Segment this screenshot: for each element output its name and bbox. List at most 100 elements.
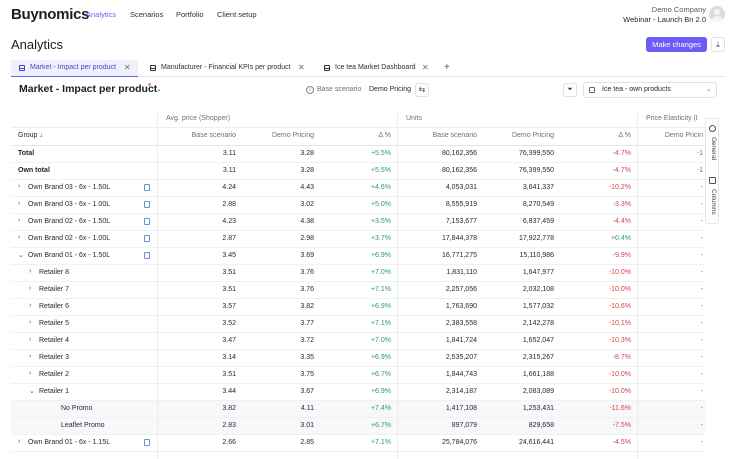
chevron-right-icon[interactable]: › [29, 268, 31, 275]
download-icon[interactable]: ⤓ [711, 37, 725, 52]
column-header-price-base[interactable]: Base scenario [161, 132, 236, 139]
base-scenario-label[interactable]: Base scenario [317, 86, 361, 93]
product-card-icon[interactable] [144, 252, 150, 259]
column-header-elasticity-demo[interactable]: Demo Pricin [641, 132, 703, 139]
row-label: Retailer 8 [39, 269, 69, 276]
table-row[interactable]: › Retailer 4 3.47 3.72 +7.0% 1,841,724 1,652,0… [11, 333, 705, 350]
table-row[interactable]: › Own Brand 02 - 6x - 1.00L 2.87 2.98 +3.7% 1… [11, 231, 705, 248]
table-cell: 3.51 [222, 269, 236, 276]
chevron-right-icon[interactable]: › [29, 285, 31, 292]
product-card-icon[interactable] [144, 218, 150, 225]
table-row[interactable]: Own total 3.11 3.28 +5.5% 80,162,356 76,399,5… [11, 163, 705, 180]
table-cell: 7,153,677 [445, 218, 477, 225]
tab-ice-tea-dashboard[interactable]: Ice tea Market Dashboard ✕ [316, 60, 440, 77]
table-cell: 3.51 [222, 371, 236, 378]
chevron-right-icon[interactable]: › [18, 217, 20, 224]
swap-scenarios-icon[interactable]: ⇆ [415, 83, 429, 97]
avatar[interactable] [709, 6, 725, 22]
unsaved-indicator [148, 83, 151, 86]
table-cell: 16,771,275 [441, 252, 477, 259]
tab-label: Manufacturer - Financial KPIs per produc… [161, 64, 291, 71]
table-row[interactable]: ⌄ Retailer 1 3.44 3.67 +6.9% 2,314,187 2,083,0… [11, 384, 705, 401]
table-row[interactable]: › Own Brand 03 - 6x - 1.00L 2.88 3.02 +5.0% 8… [11, 197, 705, 214]
chevron-down-icon[interactable]: ⌄ [29, 387, 35, 395]
column-header-units-delta[interactable]: Δ % [557, 132, 631, 139]
side-tab-columns[interactable]: Columns [706, 175, 720, 223]
table-cell: - [700, 371, 703, 378]
table-row[interactable]: › Own Brand 03 - 6x - 1.50L 4.24 4.43 +4.6% 4… [11, 180, 705, 197]
chevron-right-icon[interactable]: › [18, 438, 20, 445]
row-label: Own total [18, 167, 50, 174]
column-divider [637, 111, 638, 459]
row-label: Own Brand 03 - 6x - 1.00L [28, 201, 111, 208]
table-cell: +7.1% [370, 439, 391, 446]
table-cell: +6.9% [370, 303, 391, 310]
table-row[interactable]: › Retailer 7 3.51 3.76 +7.1% 2,257,056 2,032,1… [11, 282, 705, 299]
make-changes-button[interactable]: Make changes [646, 37, 707, 52]
table-cell: -10.0% [608, 371, 631, 378]
table-cell: 3.11 [222, 150, 236, 157]
chevron-right-icon[interactable]: › [29, 370, 31, 377]
table-row[interactable]: › Own Brand 02 - 6x - 1.50L 4.23 4.38 +3.5% 7… [11, 214, 705, 231]
table-cell: -9.9% [612, 252, 631, 259]
table-row[interactable]: › Retailer 2 3.51 3.75 +6.7% 1,844,743 1,661,1… [11, 367, 705, 384]
table-cell: 4.38 [300, 218, 314, 225]
table-row[interactable]: › Retailer 8 3.51 3.76 +7.0% 1,831,110 1,647,9… [11, 265, 705, 282]
close-icon[interactable]: ✕ [422, 60, 429, 76]
chevron-right-icon[interactable]: › [18, 183, 20, 190]
table-row[interactable]: ⌄ Own Brand 01 - 6x - 1.50L 3.45 3.69 +6.9% 1… [11, 248, 705, 265]
add-tab-icon[interactable]: + [444, 60, 450, 76]
column-header-units-base[interactable]: Base scenario [401, 132, 477, 139]
table-cell: 3.69 [300, 252, 314, 259]
column-header-units-demo[interactable]: Demo Pricing [479, 132, 554, 139]
company-switcher[interactable]: Demo Company Webinar - Launch Bn 2.0 [623, 5, 706, 25]
group-header-avg-price: Avg. price (Shopper) [166, 115, 231, 122]
nav-client-setup[interactable]: Client setup [217, 10, 257, 19]
nav-analytics[interactable]: Analytics [86, 10, 116, 19]
table-cell: 2,383,558 [445, 320, 477, 327]
table-row[interactable]: No Promo 3.82 4.11 +7.4% 1,417,108 1,253,431 -… [11, 401, 705, 418]
chevron-down-icon[interactable]: ⌄ [18, 251, 24, 259]
table-cell: +7.0% [370, 337, 391, 344]
app-logo[interactable]: Buynomics [11, 6, 89, 23]
table-row[interactable]: › Own Brand 01 - 6x - 1.15L 2.66 2.85 +7.1% 2… [11, 435, 705, 452]
column-divider [157, 111, 158, 459]
table-cell: +4.6% [370, 184, 391, 191]
column-header-price-delta[interactable]: Δ % [317, 132, 391, 139]
table-cell: 17,844,378 [441, 235, 477, 242]
table-row[interactable]: › Retailer 3 3.14 3.35 +6.9% 2,535,207 2,315,2… [11, 350, 705, 367]
table-cell: 2.87 [222, 235, 236, 242]
chevron-right-icon[interactable]: › [18, 234, 20, 241]
chevron-down-icon[interactable]: ⌄ [156, 85, 162, 93]
filter-icon[interactable]: ⏷ [563, 83, 577, 97]
nav-scenarios[interactable]: Scenarios [130, 10, 163, 19]
product-card-icon[interactable] [144, 235, 150, 242]
side-tab-general[interactable]: General [706, 123, 720, 171]
tab-manufacturer-kpis[interactable]: Manufacturer - Financial KPIs per produc… [142, 60, 312, 77]
chevron-right-icon[interactable]: › [29, 319, 31, 326]
chevron-right-icon[interactable]: › [18, 200, 20, 207]
chevron-right-icon[interactable]: › [29, 336, 31, 343]
chevron-right-icon[interactable]: › [29, 302, 31, 309]
compare-scenario-label[interactable]: Demo Pricing [369, 86, 411, 93]
chevron-right-icon[interactable]: › [29, 353, 31, 360]
column-header-group[interactable]: Group ↓ [18, 132, 43, 139]
product-card-icon[interactable] [144, 201, 150, 208]
table-cell: +5.5% [370, 167, 391, 174]
product-card-icon[interactable] [144, 184, 150, 191]
column-header-price-demo[interactable]: Demo Pricing [239, 132, 314, 139]
tab-market-impact[interactable]: Market - Impact per product ✕ [11, 60, 138, 77]
product-card-icon[interactable] [144, 439, 150, 446]
table-cell: - [700, 320, 703, 327]
table-row[interactable]: › Retailer 5 3.52 3.77 +7.1% 2,383,558 2,142,2… [11, 316, 705, 333]
table-row[interactable]: › Retailer 6 3.57 3.82 +6.9% 1,763,690 1,577,0… [11, 299, 705, 316]
table-row[interactable]: Leaflet Promo 2.83 3.01 +6.7% 897,079 829,658… [11, 418, 705, 435]
segment-select[interactable]: Ice tea - own products ⌄ [583, 82, 717, 98]
table-cell: 4.24 [222, 184, 236, 191]
row-label: No Promo [61, 405, 93, 412]
close-icon[interactable]: ✕ [298, 60, 305, 76]
nav-portfolio[interactable]: Portfolio [176, 10, 204, 19]
table-cell: 3.35 [300, 354, 314, 361]
table-row[interactable]: Total 3.11 3.28 +5.5% 80,162,356 76,399,550 -4… [11, 146, 705, 163]
close-icon[interactable]: ✕ [124, 60, 131, 76]
